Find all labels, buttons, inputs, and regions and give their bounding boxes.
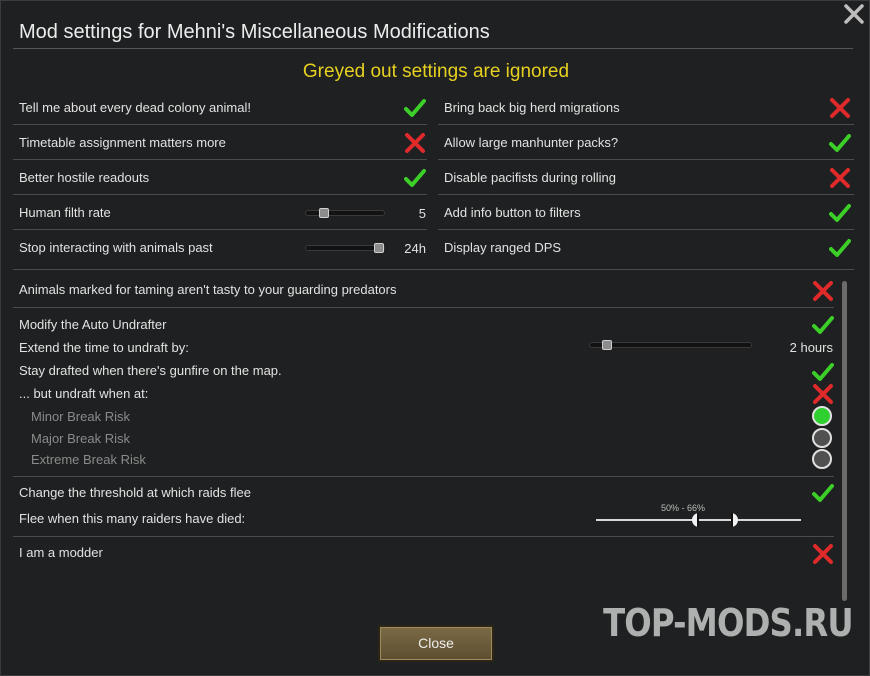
checkmark-icon[interactable] [829,132,851,154]
setting-row[interactable]: Better hostile readouts [13,160,427,195]
title-divider [13,48,853,49]
cross-icon[interactable] [812,383,834,405]
range-low-handle[interactable] [689,513,699,527]
setting-label: Add info button to filters [444,205,581,220]
setting-label: Disable pacifists during rolling [444,170,616,185]
setting-row[interactable]: Timetable assignment matters more [13,125,427,160]
extend-undraft-time-slider[interactable] [589,340,752,350]
animal-interaction-slider[interactable] [305,243,385,253]
setting-label: Stay drafted when there's gunfire on the… [19,363,282,378]
human-filth-rate-slider[interactable] [305,208,385,218]
right-settings-column: Bring back big herd migrations Allow lar… [438,90,854,265]
setting-label: Better hostile readouts [19,170,150,185]
break-risk-label: Extreme Break Risk [31,452,146,467]
slider-value: 24h [404,241,426,256]
setting-row: Stop interacting with animals past 24h [13,230,427,265]
setting-label: Tell me about every dead colony animal! [19,100,251,115]
setting-label: ... but undraft when at: [19,386,149,401]
raid-flee-range-slider[interactable] [596,513,801,527]
watermark: TOP-MODS.RU [603,601,854,645]
setting-label: Bring back big herd migrations [444,100,620,115]
slider-handle[interactable] [602,340,612,350]
cross-icon[interactable] [812,280,834,302]
checkmark-icon[interactable] [404,167,426,189]
extreme-break-risk-radio[interactable] [812,449,832,469]
setting-label: Modify the Auto Undrafter [19,317,167,332]
setting-row[interactable]: Add info button to filters [438,195,854,230]
setting-label: I am a modder [19,545,103,560]
settings-scrollbar[interactable] [840,281,850,601]
range-high-handle[interactable] [731,513,741,527]
checkmark-icon[interactable] [812,314,834,336]
slider-value: 2 hours [789,340,833,355]
section-divider [13,536,834,537]
setting-label: Flee when this many raiders have died: [19,511,246,526]
close-window-icon[interactable] [843,3,865,25]
setting-label: Change the threshold at which raids flee [19,485,251,500]
setting-label: Timetable assignment matters more [19,135,226,150]
setting-label: Animals marked for taming aren't tasty t… [19,282,397,297]
cross-icon[interactable] [404,132,426,154]
slider-handle[interactable] [319,208,329,218]
setting-label: Extend the time to undraft by: [19,340,189,355]
checkmark-icon[interactable] [404,97,426,119]
range-value-label: 50% - 66% [661,503,706,513]
checkmark-icon[interactable] [829,202,851,224]
close-button[interactable]: Close [378,625,494,662]
setting-row[interactable]: Bring back big herd migrations [438,90,854,125]
setting-label: Stop interacting with animals past [19,240,213,255]
minor-break-risk-radio[interactable] [812,406,832,426]
setting-label: Human filth rate [19,205,111,220]
checkmark-icon[interactable] [812,482,834,504]
setting-label: Display ranged DPS [444,240,562,255]
window-title: Mod settings for Mehni's Miscellaneous M… [19,21,490,43]
setting-row[interactable]: Tell me about every dead colony animal! [13,90,427,125]
section-divider [13,476,834,477]
scrollbar-thumb[interactable] [842,281,847,601]
left-settings-column: Tell me about every dead colony animal! … [13,90,427,265]
cross-icon[interactable] [812,543,834,565]
section-divider [13,307,834,308]
break-risk-label: Minor Break Risk [31,409,130,424]
setting-label: Allow large manhunter packs? [444,135,619,150]
checkmark-icon[interactable] [812,361,834,383]
setting-row: Human filth rate 5 [13,195,427,230]
section-divider [13,269,854,270]
break-risk-label: Major Break Risk [31,431,130,446]
slider-handle[interactable] [374,243,384,253]
slider-value: 5 [418,206,426,221]
setting-row[interactable]: Disable pacifists during rolling [438,160,854,195]
setting-row[interactable]: Allow large manhunter packs? [438,125,854,160]
checkmark-icon[interactable] [829,237,851,259]
greyed-out-notice: Greyed out settings are ignored [302,61,570,82]
major-break-risk-radio[interactable] [812,428,832,448]
mod-settings-window: Mod settings for Mehni's Miscellaneous M… [0,0,870,676]
cross-icon[interactable] [829,167,851,189]
setting-row[interactable]: Display ranged DPS [438,230,854,265]
cross-icon[interactable] [829,97,851,119]
